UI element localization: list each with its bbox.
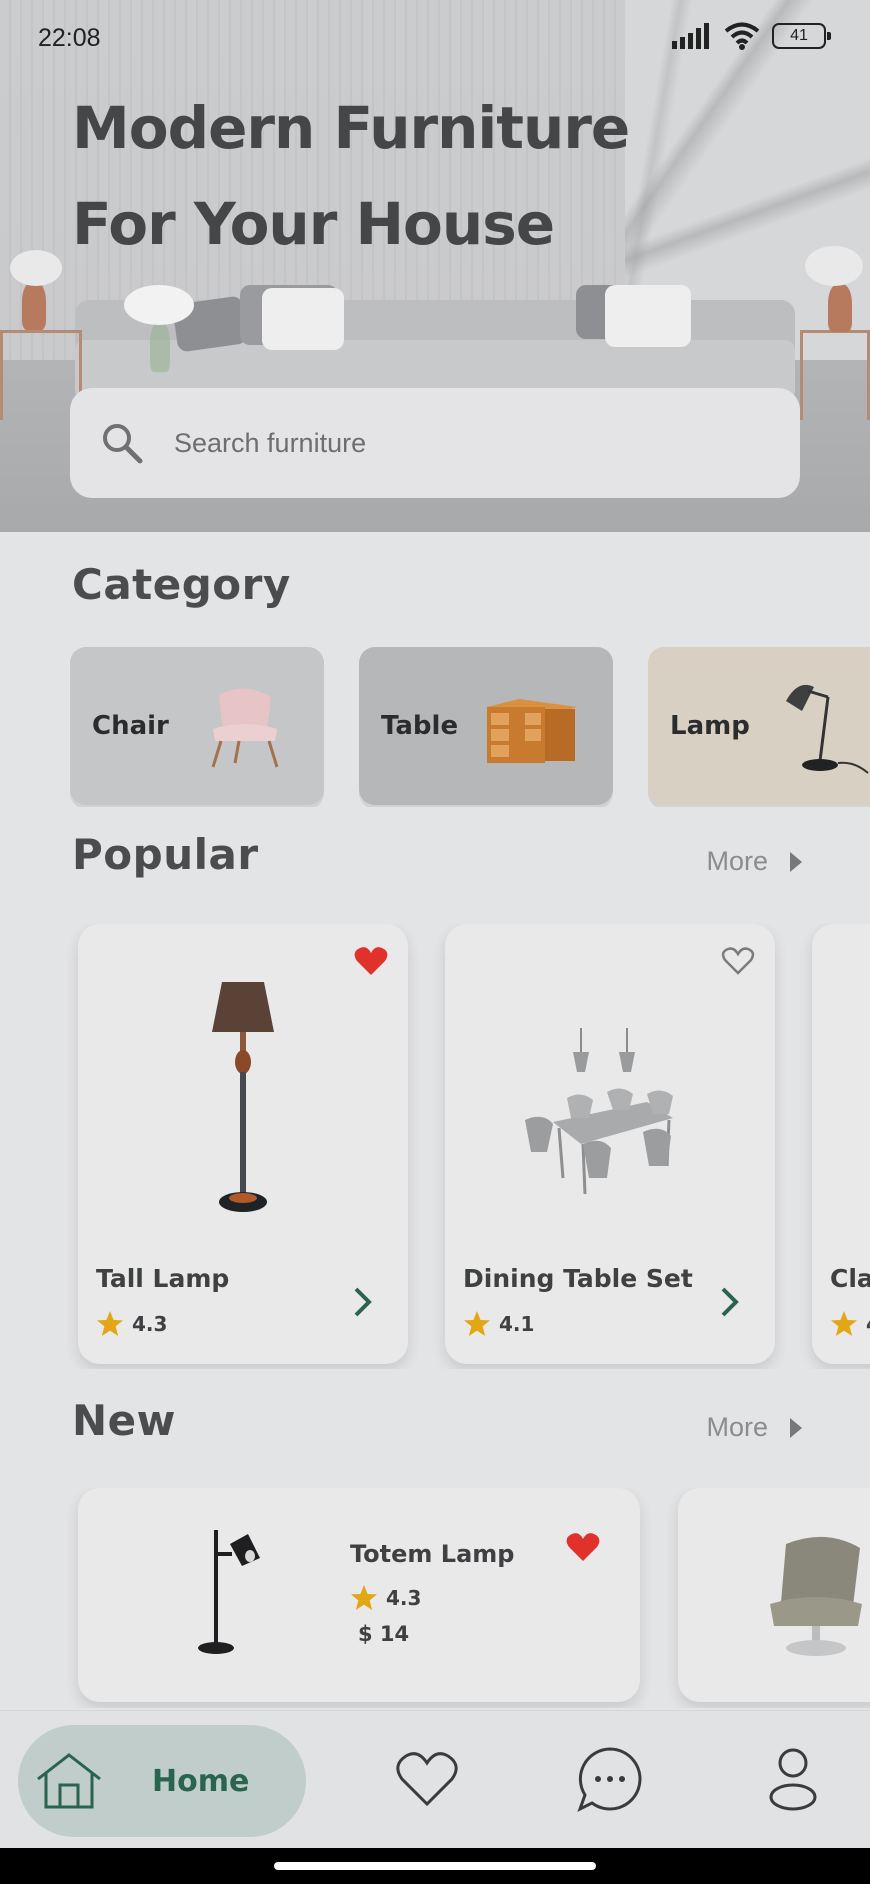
profile-icon[interactable]	[768, 1747, 818, 1811]
signal-icon	[672, 23, 709, 49]
table-image	[487, 699, 577, 763]
chevron-right-icon[interactable]	[719, 1286, 741, 1318]
vase	[22, 282, 46, 330]
product-card-partial[interactable]	[678, 1488, 870, 1702]
product-name: Totem Lamp	[350, 1540, 515, 1568]
star-icon	[831, 1311, 857, 1336]
popular-more-link[interactable]: More	[706, 846, 802, 877]
bottom-nav: Home	[0, 1710, 870, 1848]
totem-lamp-image	[198, 1530, 260, 1654]
nav-home-label: Home	[152, 1763, 250, 1799]
armchair-image	[770, 1536, 862, 1656]
search-input[interactable]: Search furniture	[70, 388, 800, 498]
product-card-partial[interactable]: Cla 4	[812, 924, 870, 1364]
hero-title-line1: Modern Furniture	[72, 94, 630, 162]
home-indicator[interactable]	[274, 1862, 596, 1870]
more-label: More	[706, 846, 768, 876]
product-name: Cla	[830, 1264, 870, 1293]
chevron-right-icon	[790, 851, 802, 872]
product-rating: 4.3	[350, 1584, 421, 1612]
category-lamp[interactable]: Lamp	[648, 647, 870, 805]
dining-table-image	[525, 1028, 673, 1194]
star-icon	[464, 1311, 490, 1336]
pillow	[605, 285, 691, 347]
heart-icon[interactable]	[396, 1751, 458, 1807]
product-card-dining-table-set[interactable]: Dining Table Set 4.1	[445, 924, 775, 1364]
product-rating: 4.3	[96, 1310, 167, 1338]
flowers	[124, 285, 194, 325]
battery-icon: 41	[772, 23, 831, 49]
lamp-image	[786, 684, 869, 774]
star-icon	[97, 1311, 123, 1336]
category-title: Category	[72, 560, 291, 609]
wifi-icon	[724, 22, 760, 50]
product-rating: 4	[830, 1310, 870, 1338]
heart-outline-icon[interactable]	[721, 946, 755, 976]
tall-lamp-image	[212, 982, 274, 1212]
product-name: Tall Lamp	[96, 1264, 230, 1293]
product-rating: 4.1	[463, 1310, 534, 1338]
new-list[interactable]: Totem Lamp 4.3 $ 14	[0, 1488, 870, 1708]
hero-banner: 22:08 41 Modern Furniture For Your House…	[0, 0, 870, 532]
popular-list[interactable]: Tall Lamp 4.3 Dining Table Set 4.1 Cla	[0, 924, 870, 1369]
chevron-right-icon	[790, 1417, 802, 1438]
new-more-link[interactable]: More	[706, 1412, 802, 1443]
rating-value: 4.1	[499, 1312, 535, 1336]
side-table	[800, 330, 870, 420]
rating-value: 4	[866, 1312, 870, 1336]
chat-icon[interactable]	[576, 1745, 644, 1813]
hero-title-line2: For Your House	[72, 190, 555, 258]
status-time: 22:08	[38, 24, 101, 52]
product-name: Dining Table Set	[463, 1264, 693, 1293]
new-title: New	[72, 1396, 176, 1445]
rating-value: 4.3	[132, 1312, 168, 1336]
heart-filled-icon[interactable]	[566, 1532, 600, 1562]
chevron-right-icon[interactable]	[352, 1286, 374, 1318]
vase	[10, 250, 62, 286]
category-label: Lamp	[670, 711, 750, 741]
star-icon	[351, 1585, 377, 1610]
rating-value: 4.3	[386, 1586, 422, 1610]
home-icon	[37, 1753, 101, 1809]
product-price: $ 14	[358, 1622, 410, 1646]
search-icon	[103, 424, 143, 464]
hero-title: Modern Furniture For Your House	[72, 80, 772, 272]
category-label: Chair	[92, 711, 169, 741]
product-card-tall-lamp[interactable]: Tall Lamp 4.3	[78, 924, 408, 1364]
more-label: More	[706, 1412, 768, 1442]
category-chair[interactable]: Chair	[70, 647, 324, 805]
category-list[interactable]: Chair Table Lamp	[70, 647, 870, 807]
status-icons: 41	[672, 22, 831, 50]
gesture-bar	[0, 1848, 870, 1884]
category-label: Table	[381, 711, 459, 741]
nav-home-tab[interactable]: Home	[18, 1725, 306, 1837]
chair-image	[211, 688, 279, 768]
popular-title: Popular	[72, 830, 259, 879]
vase	[805, 246, 863, 286]
category-table[interactable]: Table	[359, 647, 613, 805]
vase	[828, 284, 852, 332]
search-placeholder: Search furniture	[174, 427, 367, 458]
heart-filled-icon[interactable]	[354, 946, 388, 976]
product-card-totem-lamp[interactable]: Totem Lamp 4.3 $ 14	[78, 1488, 640, 1702]
flower-vase	[150, 322, 170, 372]
pillow	[262, 288, 344, 350]
